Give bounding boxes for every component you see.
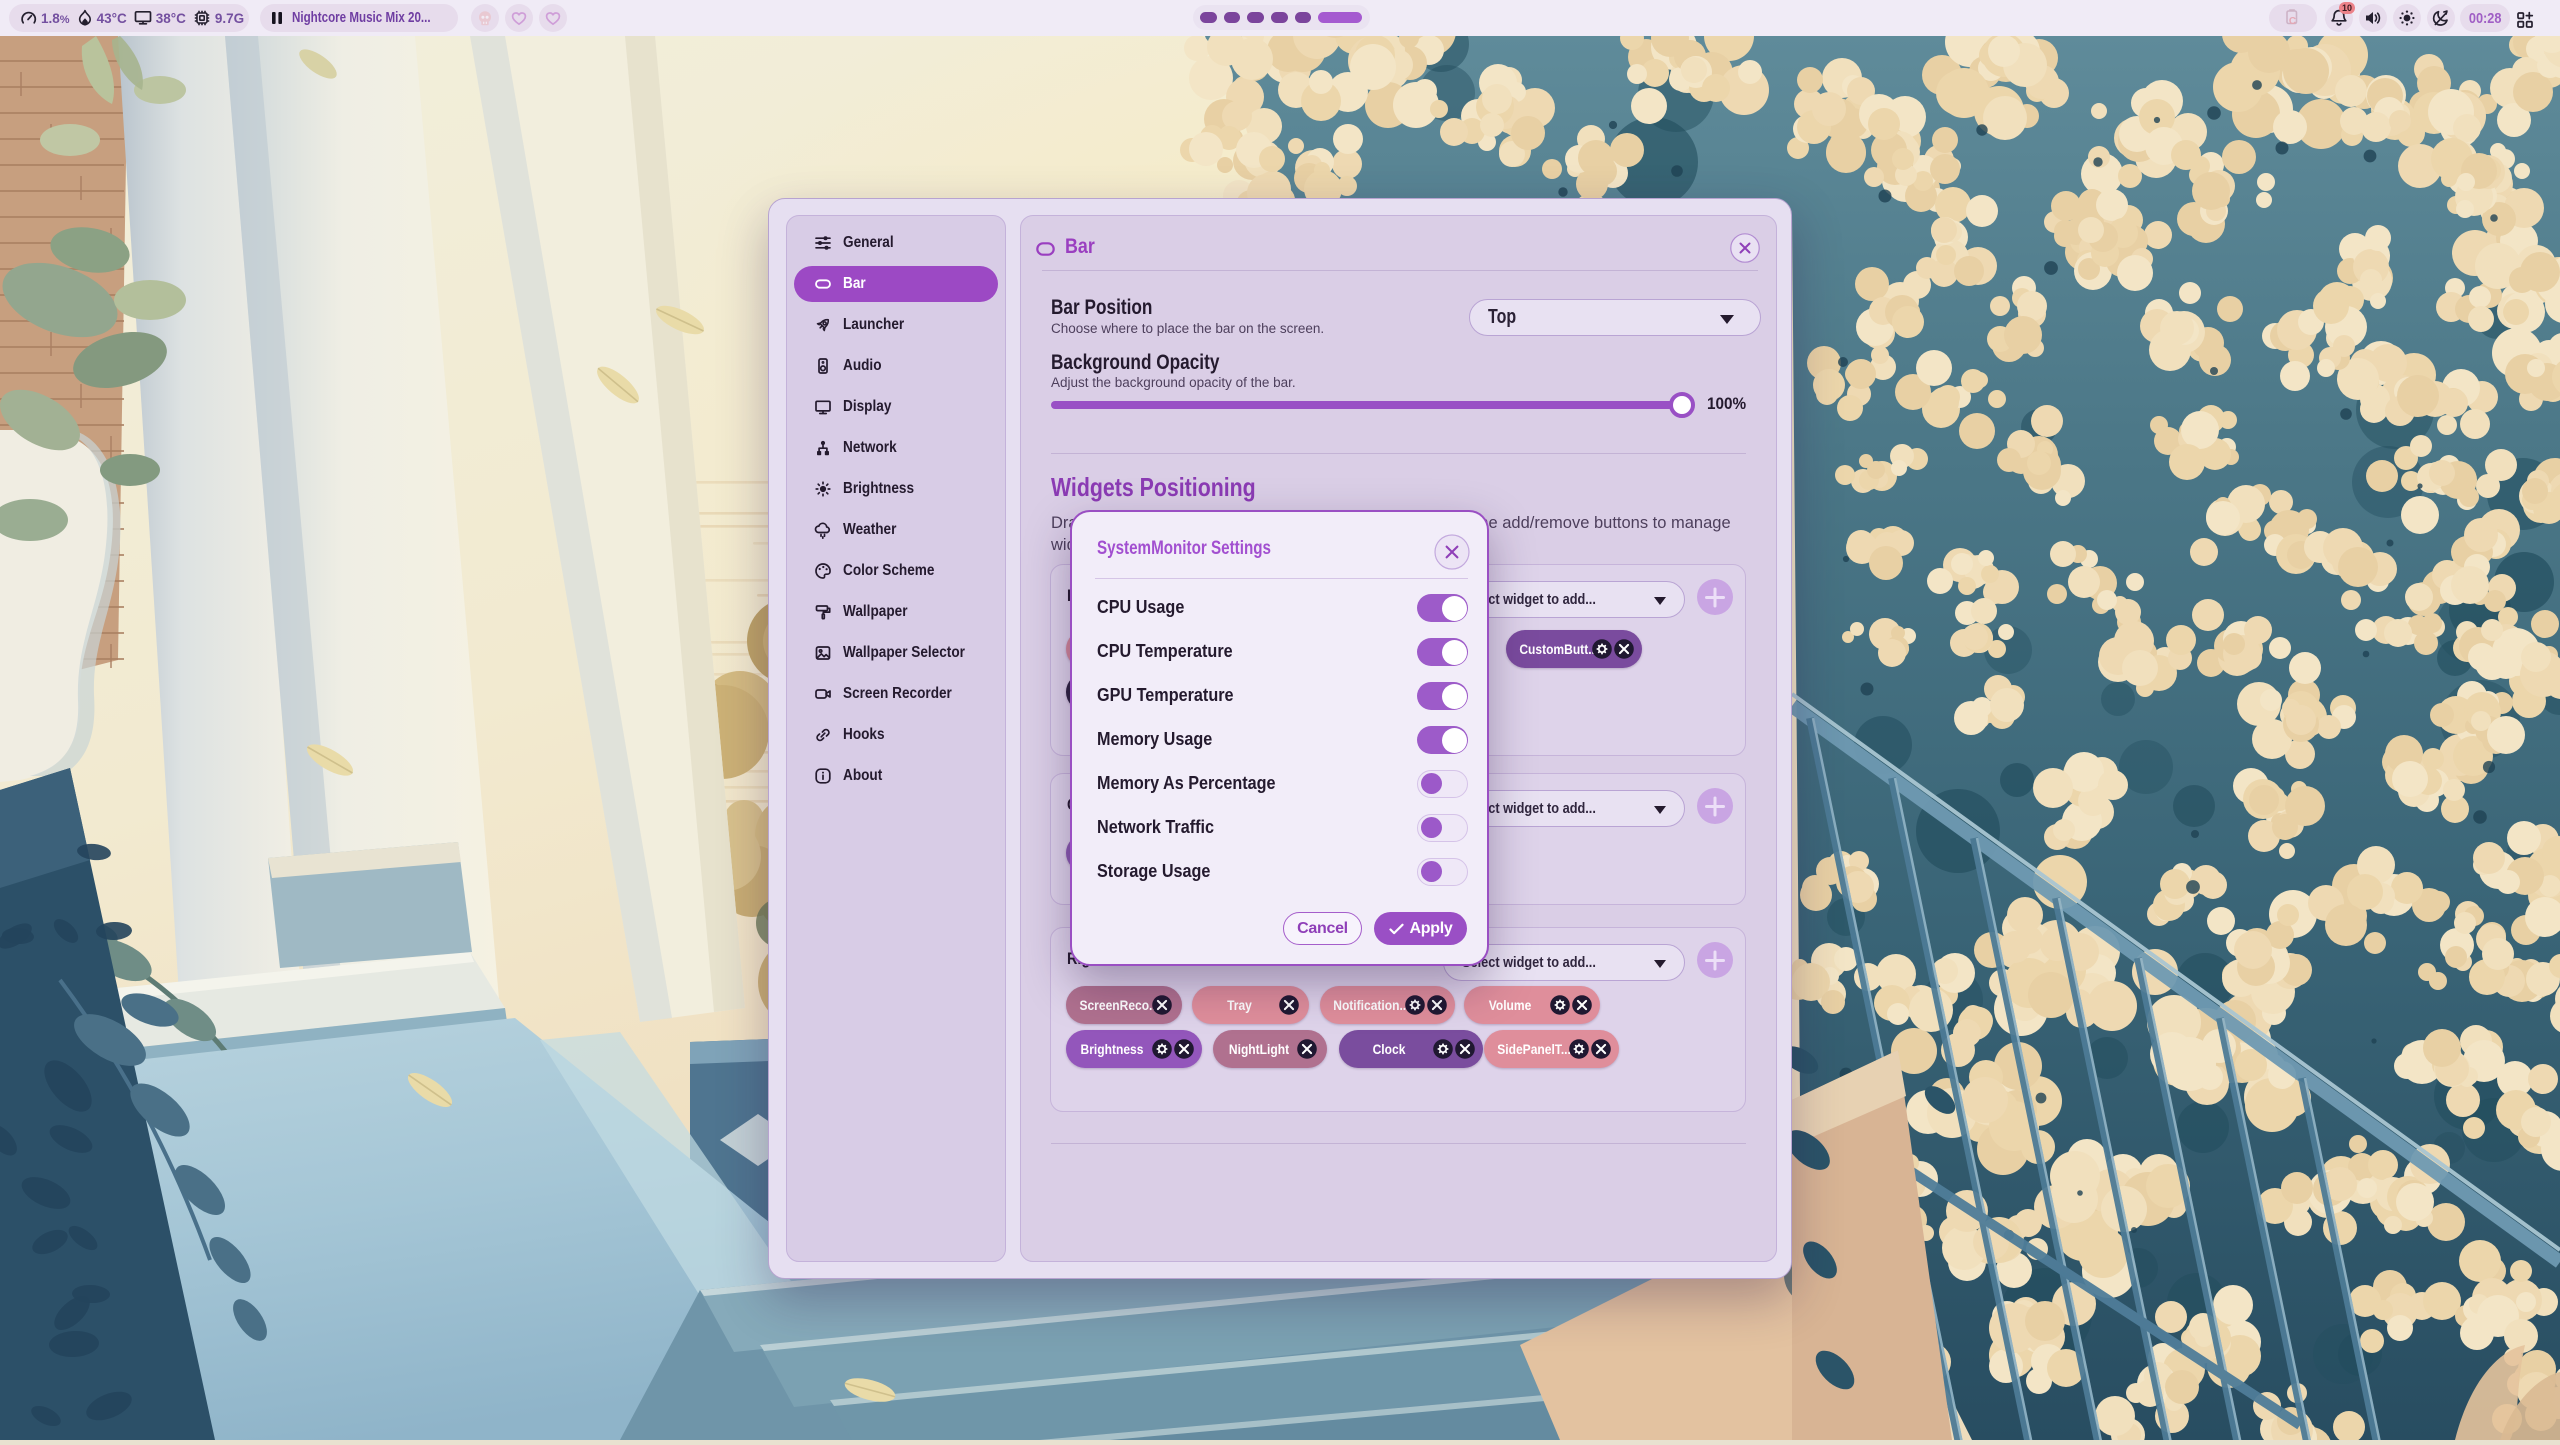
svg-text:C: C <box>2289 16 2296 27</box>
